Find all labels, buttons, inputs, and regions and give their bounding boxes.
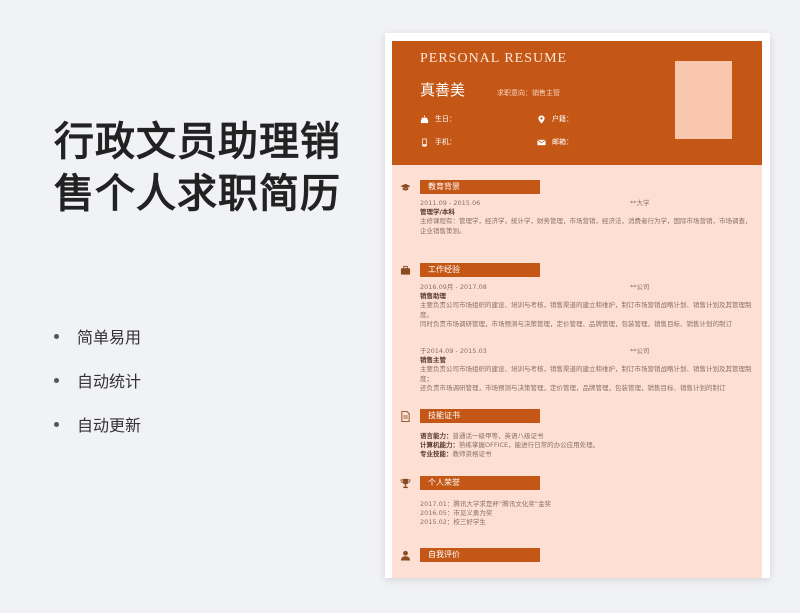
section-title: 工作经验 <box>420 263 540 277</box>
photo-placeholder <box>675 61 732 139</box>
feature-label: 自动统计 <box>77 372 142 391</box>
phone-label: 手机： <box>435 138 456 146</box>
phone-field: 手机： <box>420 137 456 147</box>
feature-label: 简单易用 <box>77 328 142 347</box>
job-desc: 还负责市场调研管理，市场预测与决策管理，定价管理，品牌管理，包装管理，销售目标、… <box>420 383 726 392</box>
email-field: 邮箱： <box>537 137 573 147</box>
section-title: 技能证书 <box>420 409 540 423</box>
feature-label: 自动更新 <box>77 416 142 435</box>
mail-icon <box>537 139 546 145</box>
edu-courses: 主修课程有：管理学，经济学，统计学，财务管理，市场营销，经济法，消费者行为学，国… <box>420 217 752 235</box>
feature-item: 简单易用 <box>54 314 141 358</box>
job-role: 销售助理 <box>420 292 446 301</box>
skills-block: 语言能力：普通话一级甲等，英语八级证书 计算机能力：熟练掌握OFFICE，能进行… <box>420 432 756 460</box>
job-intent: 求职意向：销售主管 <box>497 89 560 97</box>
job-period: 2016.09月 - 2017.08 <box>420 283 487 291</box>
resume-banner: PERSONAL RESUME <box>420 51 568 66</box>
headline: 行政文员助理销 售个人求职简历 <box>54 116 341 220</box>
person-icon <box>400 550 411 561</box>
resume-header: PERSONAL RESUME 真善美 求职意向：销售主管 生日： 户籍： 手机… <box>392 41 762 165</box>
resume-name: 真善美 <box>420 81 466 99</box>
job-entry: 2016.09月 - 2017.08 **公司 销售助理 主要负责公司市场组织的建… <box>420 283 756 329</box>
job-period: 于2014.09 - 2015.03 <box>420 347 487 355</box>
job-desc: 同时负责市场调研管理，市场预测与决策管理，定价管理、品牌管理，包装管理，销售目标… <box>420 319 732 328</box>
birth-field: 生日： <box>420 114 456 124</box>
edu-school: **大学 <box>630 199 650 207</box>
edu-major: 管理学/本科 <box>420 208 455 217</box>
honor-item: 2017.01：腾讯大学求是杯“腾讯文化奖”金奖 <box>420 500 552 508</box>
job-desc: 主要负责公司市场组织的建设、培训与考核，销售渠道的建立和维护，制订市场营销战略计… <box>420 301 752 319</box>
certificate-icon <box>401 411 410 422</box>
job-desc: 主要负责公司市场组织的建设、培训与考核，销售渠道的建立和维护，制订市场营销战略计… <box>420 365 752 383</box>
bullet-icon <box>54 421 59 427</box>
skill-item: 专业技能：教师资格证书 <box>420 450 492 459</box>
education-block: 2011.09 - 2015.06 **大学 管理学/本科 主修课程有：管理学，经… <box>420 199 756 236</box>
job-company: **公司 <box>630 283 650 291</box>
phone-icon <box>422 137 427 147</box>
section-title: 自我评价 <box>420 548 540 562</box>
resume-page: PERSONAL RESUME 真善美 求职意向：销售主管 生日： 户籍： 手机… <box>392 41 762 578</box>
honors-block: 2017.01：腾讯大学求是杯“腾讯文化奖”金奖 2016.05：市见义勇为奖 … <box>420 500 756 528</box>
bullet-icon <box>54 333 59 339</box>
briefcase-icon <box>400 265 411 275</box>
hukou-label: 户籍： <box>552 115 573 123</box>
graduation-cap-icon <box>400 183 411 191</box>
skill-item: 语言能力：普通话一级甲等，英语八级证书 <box>420 432 544 440</box>
resume-preview[interactable]: PERSONAL RESUME 真善美 求职意向：销售主管 生日： 户籍： 手机… <box>385 33 770 578</box>
feature-item: 自动统计 <box>54 358 141 402</box>
trophy-icon <box>400 478 411 489</box>
edu-period: 2011.09 - 2015.06 <box>420 199 481 207</box>
honor-item: 2015.02：校三好学生 <box>420 518 486 527</box>
headline-line-1: 行政文员助理销 <box>54 119 341 165</box>
job-company: **公司 <box>630 347 650 355</box>
feature-list: 简单易用 自动统计 自动更新 <box>54 314 141 446</box>
section-title: 个人荣誉 <box>420 476 540 490</box>
headline-line-2: 售个人求职简历 <box>54 171 341 217</box>
job-entry: 于2014.09 - 2015.03 **公司 销售主管 主要负责公司市场组织的建… <box>420 347 756 393</box>
location-pin-icon <box>538 114 545 124</box>
email-label: 邮箱： <box>552 138 573 146</box>
job-role: 销售主管 <box>420 356 446 365</box>
section-title: 教育背景 <box>420 180 540 194</box>
hukou-field: 户籍： <box>537 114 573 124</box>
cake-icon <box>420 114 429 123</box>
feature-item: 自动更新 <box>54 402 141 446</box>
bullet-icon <box>54 377 59 383</box>
birth-label: 生日： <box>435 115 456 123</box>
